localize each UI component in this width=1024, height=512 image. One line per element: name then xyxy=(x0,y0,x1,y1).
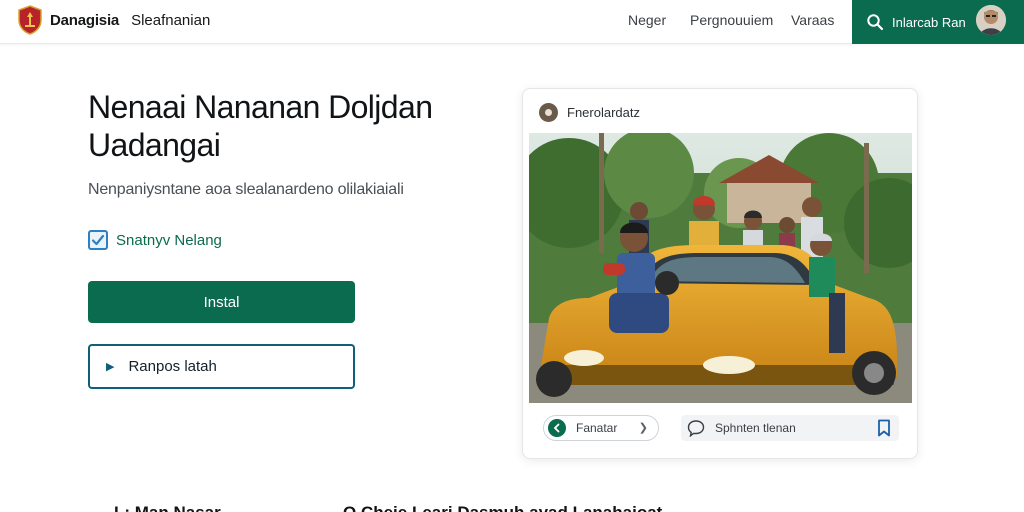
logo-shield-icon xyxy=(18,5,42,35)
brand-subtitle: Sleafnanian xyxy=(131,11,211,29)
comment-input[interactable]: Sphnten tlenan xyxy=(681,415,899,441)
bookmark-icon[interactable] xyxy=(877,419,891,437)
comment-placeholder: Sphnten tlenan xyxy=(715,421,796,435)
account-search-bar[interactable]: Inlarcab Ran xyxy=(852,0,1024,44)
nav-item-neger[interactable]: Neger xyxy=(628,12,666,28)
secondary-button-label: Ranpos latah xyxy=(128,358,217,375)
nav-item-pergnouuiem[interactable]: Pergnouuiem xyxy=(690,12,773,28)
bottom-heading-right: O Cheie Leari Dasmuh ayad Lanahaioat xyxy=(343,503,662,512)
check-icon xyxy=(91,234,105,246)
post-card: Fnerolardatz Fanatar ❯ Sphnten tlenan xyxy=(522,88,918,459)
play-icon xyxy=(548,419,566,437)
post-card-footer: Fanatar ❯ Sphnten tlenan xyxy=(543,415,899,441)
search-icon[interactable] xyxy=(866,13,884,31)
agree-checkbox[interactable] xyxy=(88,230,108,250)
comment-icon xyxy=(687,420,705,437)
brand[interactable]: Danagisia Sleafnanian xyxy=(18,5,210,35)
nav-item-varaas[interactable]: Varaas xyxy=(791,12,834,28)
secondary-button[interactable]: ▶ Ranpos latah xyxy=(88,344,355,389)
top-navbar: Danagisia Sleafnanian Neger Pergnouuiem … xyxy=(0,0,1024,44)
post-card-header: Fnerolardatz xyxy=(539,103,640,122)
post-photo[interactable] xyxy=(529,133,912,403)
avatar[interactable] xyxy=(976,5,1006,35)
brand-name: Danagisia xyxy=(50,11,120,29)
checkbox-row[interactable]: Snatnyv Nelang xyxy=(88,230,222,250)
hero-subtitle: Nenpaniysntane aoa slealanardeno olilaki… xyxy=(88,181,404,198)
post-card-title: Fnerolardatz xyxy=(567,105,640,120)
checkbox-label[interactable]: Snatnyv Nelang xyxy=(116,232,222,249)
reaction-pill[interactable]: Fanatar ❯ xyxy=(543,415,659,441)
post-photo-image xyxy=(529,133,912,403)
install-button[interactable]: Instal xyxy=(88,281,355,323)
chevron-right-icon: ▶ xyxy=(106,361,115,373)
reaction-label: Fanatar xyxy=(576,421,618,435)
avatar-image xyxy=(976,5,1006,35)
account-name[interactable]: Inlarcab Ran xyxy=(892,15,966,30)
hero-title: Nenaai Nananan Doljdan Uadangai xyxy=(88,89,433,163)
bottom-heading-left: L: Man Nasar xyxy=(114,503,221,512)
post-author-avatar[interactable] xyxy=(539,103,558,122)
chevron-right-icon: ❯ xyxy=(638,422,648,434)
